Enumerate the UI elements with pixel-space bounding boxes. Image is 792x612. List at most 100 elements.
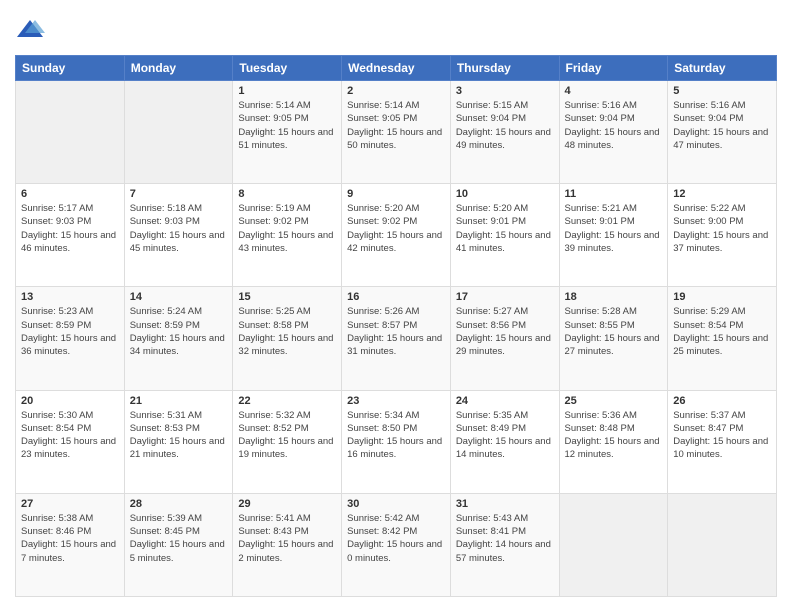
page: SundayMondayTuesdayWednesdayThursdayFrid… — [0, 0, 792, 612]
day-number: 11 — [565, 188, 663, 200]
day-number: 28 — [130, 498, 228, 510]
day-info: Sunrise: 5:28 AMSunset: 8:55 PMDaylight:… — [565, 305, 663, 358]
calendar-cell: 8 Sunrise: 5:19 AMSunset: 9:02 PMDaylight… — [233, 184, 342, 287]
day-number: 24 — [456, 395, 554, 407]
day-number: 25 — [565, 395, 663, 407]
calendar-cell: 4 Sunrise: 5:16 AMSunset: 9:04 PMDaylight… — [559, 81, 668, 184]
day-number: 20 — [21, 395, 119, 407]
day-info: Sunrise: 5:23 AMSunset: 8:59 PMDaylight:… — [21, 305, 119, 358]
day-info: Sunrise: 5:30 AMSunset: 8:54 PMDaylight:… — [21, 409, 119, 462]
day-number: 14 — [130, 291, 228, 303]
calendar-cell: 10 Sunrise: 5:20 AMSunset: 9:01 PMDayligh… — [450, 184, 559, 287]
day-info: Sunrise: 5:42 AMSunset: 8:42 PMDaylight:… — [347, 512, 445, 565]
day-number: 17 — [456, 291, 554, 303]
day-info: Sunrise: 5:37 AMSunset: 8:47 PMDaylight:… — [673, 409, 771, 462]
calendar-cell: 14 Sunrise: 5:24 AMSunset: 8:59 PMDayligh… — [124, 287, 233, 390]
calendar-header-row: SundayMondayTuesdayWednesdayThursdayFrid… — [16, 56, 777, 81]
calendar-cell: 22 Sunrise: 5:32 AMSunset: 8:52 PMDayligh… — [233, 390, 342, 493]
day-info: Sunrise: 5:14 AMSunset: 9:05 PMDaylight:… — [238, 99, 336, 152]
calendar-cell — [16, 81, 125, 184]
day-info: Sunrise: 5:41 AMSunset: 8:43 PMDaylight:… — [238, 512, 336, 565]
day-number: 19 — [673, 291, 771, 303]
day-info: Sunrise: 5:19 AMSunset: 9:02 PMDaylight:… — [238, 202, 336, 255]
day-number: 5 — [673, 85, 771, 97]
calendar-header-tuesday: Tuesday — [233, 56, 342, 81]
calendar-cell: 23 Sunrise: 5:34 AMSunset: 8:50 PMDayligh… — [342, 390, 451, 493]
calendar-cell: 31 Sunrise: 5:43 AMSunset: 8:41 PMDayligh… — [450, 493, 559, 596]
calendar-cell — [668, 493, 777, 596]
day-number: 31 — [456, 498, 554, 510]
day-number: 29 — [238, 498, 336, 510]
day-info: Sunrise: 5:15 AMSunset: 9:04 PMDaylight:… — [456, 99, 554, 152]
calendar-cell: 9Sunrise: 5:20 AMSunset: 9:02 PMDaylight… — [342, 184, 451, 287]
calendar-cell: 26 Sunrise: 5:37 AMSunset: 8:47 PMDayligh… — [668, 390, 777, 493]
header — [15, 15, 777, 45]
calendar-cell: 2Sunrise: 5:14 AMSunset: 9:05 PMDaylight… — [342, 81, 451, 184]
logo — [15, 15, 49, 45]
calendar-week-5: 27Sunrise: 5:38 AMSunset: 8:46 PMDayligh… — [16, 493, 777, 596]
calendar-cell — [559, 493, 668, 596]
day-info: Sunrise: 5:39 AMSunset: 8:45 PMDaylight:… — [130, 512, 228, 565]
day-number: 6 — [21, 188, 119, 200]
day-number: 22 — [238, 395, 336, 407]
calendar-cell: 25Sunrise: 5:36 AMSunset: 8:48 PMDayligh… — [559, 390, 668, 493]
day-info: Sunrise: 5:34 AMSunset: 8:50 PMDaylight:… — [347, 409, 445, 462]
calendar-header-friday: Friday — [559, 56, 668, 81]
day-number: 8 — [238, 188, 336, 200]
calendar-cell: 7 Sunrise: 5:18 AMSunset: 9:03 PMDaylight… — [124, 184, 233, 287]
calendar-cell: 20 Sunrise: 5:30 AMSunset: 8:54 PMDayligh… — [16, 390, 125, 493]
day-info: Sunrise: 5:27 AMSunset: 8:56 PMDaylight:… — [456, 305, 554, 358]
day-number: 3 — [456, 85, 554, 97]
calendar-cell: 21 Sunrise: 5:31 AMSunset: 8:53 PMDayligh… — [124, 390, 233, 493]
calendar-cell: 29 Sunrise: 5:41 AMSunset: 8:43 PMDayligh… — [233, 493, 342, 596]
day-info: Sunrise: 5:24 AMSunset: 8:59 PMDaylight:… — [130, 305, 228, 358]
calendar-week-1: 1Sunrise: 5:14 AMSunset: 9:05 PMDaylight… — [16, 81, 777, 184]
day-info: Sunrise: 5:17 AMSunset: 9:03 PMDaylight:… — [21, 202, 119, 255]
day-info: Sunrise: 5:35 AMSunset: 8:49 PMDaylight:… — [456, 409, 554, 462]
day-number: 10 — [456, 188, 554, 200]
calendar-header-sunday: Sunday — [16, 56, 125, 81]
calendar-cell: 12 Sunrise: 5:22 AMSunset: 9:00 PMDayligh… — [668, 184, 777, 287]
calendar-cell: 17 Sunrise: 5:27 AMSunset: 8:56 PMDayligh… — [450, 287, 559, 390]
calendar-cell: 5 Sunrise: 5:16 AMSunset: 9:04 PMDaylight… — [668, 81, 777, 184]
day-number: 12 — [673, 188, 771, 200]
calendar-table: SundayMondayTuesdayWednesdayThursdayFrid… — [15, 55, 777, 597]
calendar-week-4: 20 Sunrise: 5:30 AMSunset: 8:54 PMDayligh… — [16, 390, 777, 493]
day-info: Sunrise: 5:29 AMSunset: 8:54 PMDaylight:… — [673, 305, 771, 358]
calendar-header-thursday: Thursday — [450, 56, 559, 81]
calendar-cell: 13 Sunrise: 5:23 AMSunset: 8:59 PMDayligh… — [16, 287, 125, 390]
calendar-cell: 1Sunrise: 5:14 AMSunset: 9:05 PMDaylight… — [233, 81, 342, 184]
day-number: 23 — [347, 395, 445, 407]
calendar-cell: 28 Sunrise: 5:39 AMSunset: 8:45 PMDayligh… — [124, 493, 233, 596]
day-number: 9 — [347, 188, 445, 200]
day-info: Sunrise: 5:25 AMSunset: 8:58 PMDaylight:… — [238, 305, 336, 358]
day-info: Sunrise: 5:32 AMSunset: 8:52 PMDaylight:… — [238, 409, 336, 462]
calendar-header-monday: Monday — [124, 56, 233, 81]
day-number: 4 — [565, 85, 663, 97]
day-number: 18 — [565, 291, 663, 303]
day-number: 13 — [21, 291, 119, 303]
day-number: 7 — [130, 188, 228, 200]
calendar-cell: 19 Sunrise: 5:29 AMSunset: 8:54 PMDayligh… — [668, 287, 777, 390]
day-info: Sunrise: 5:38 AMSunset: 8:46 PMDaylight:… — [21, 512, 119, 565]
day-number: 21 — [130, 395, 228, 407]
day-info: Sunrise: 5:22 AMSunset: 9:00 PMDaylight:… — [673, 202, 771, 255]
day-info: Sunrise: 5:26 AMSunset: 8:57 PMDaylight:… — [347, 305, 445, 358]
day-info: Sunrise: 5:16 AMSunset: 9:04 PMDaylight:… — [565, 99, 663, 152]
day-info: Sunrise: 5:18 AMSunset: 9:03 PMDaylight:… — [130, 202, 228, 255]
calendar-cell: 27Sunrise: 5:38 AMSunset: 8:46 PMDayligh… — [16, 493, 125, 596]
calendar-cell: 16Sunrise: 5:26 AMSunset: 8:57 PMDayligh… — [342, 287, 451, 390]
day-info: Sunrise: 5:20 AMSunset: 9:01 PMDaylight:… — [456, 202, 554, 255]
day-number: 26 — [673, 395, 771, 407]
calendar-header-saturday: Saturday — [668, 56, 777, 81]
day-number: 30 — [347, 498, 445, 510]
calendar-cell: 30 Sunrise: 5:42 AMSunset: 8:42 PMDayligh… — [342, 493, 451, 596]
calendar-cell: 3 Sunrise: 5:15 AMSunset: 9:04 PMDaylight… — [450, 81, 559, 184]
day-info: Sunrise: 5:31 AMSunset: 8:53 PMDaylight:… — [130, 409, 228, 462]
day-number: 15 — [238, 291, 336, 303]
logo-icon — [15, 15, 45, 45]
day-number: 2 — [347, 85, 445, 97]
calendar-cell: 24 Sunrise: 5:35 AMSunset: 8:49 PMDayligh… — [450, 390, 559, 493]
day-info: Sunrise: 5:16 AMSunset: 9:04 PMDaylight:… — [673, 99, 771, 152]
day-info: Sunrise: 5:43 AMSunset: 8:41 PMDaylight:… — [456, 512, 554, 565]
